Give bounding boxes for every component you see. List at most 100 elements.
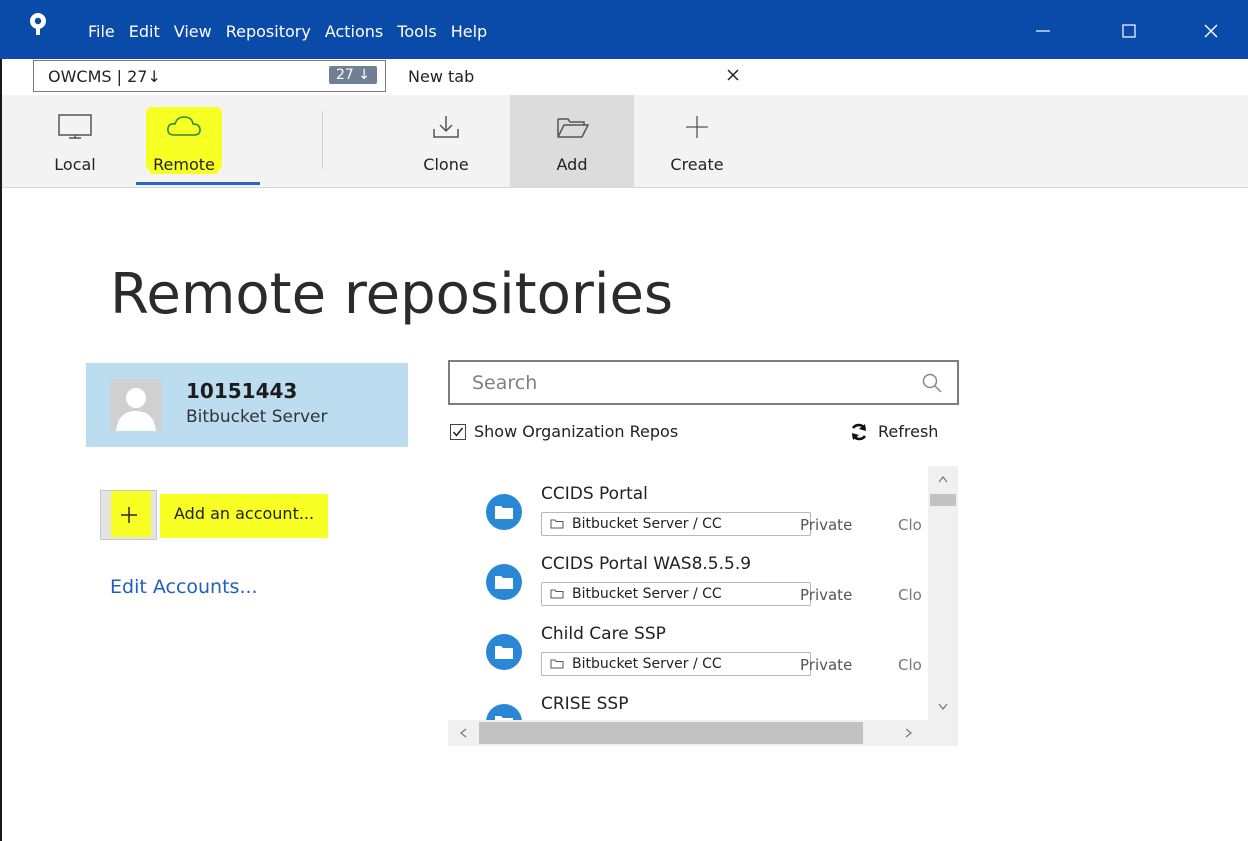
menu-edit[interactable]: Edit <box>129 22 160 42</box>
menu-repository[interactable]: Repository <box>226 22 311 42</box>
close-icon <box>1204 24 1218 38</box>
repo-visibility: Private <box>800 516 853 534</box>
tab-owcms-badge: 27 ↓ <box>329 66 377 84</box>
search-input[interactable] <box>450 362 910 403</box>
folder-open-icon <box>557 118 590 138</box>
add-label: Add <box>556 155 588 174</box>
maximize-icon <box>1122 24 1136 38</box>
menu-bar: File Edit View Repository Actions Tools … <box>88 22 501 42</box>
chevron-down-icon <box>938 703 948 710</box>
repo-source-tag: Bitbucket Server / CC <box>541 652 811 676</box>
list-item[interactable]: CCIDS Portal WAS8.5.5.9 Bitbucket Server… <box>448 544 928 614</box>
add-account-link[interactable]: Add an account... <box>160 494 329 538</box>
vertical-scroll-thumb[interactable] <box>930 494 956 506</box>
repo-name: Child Care SSP <box>541 624 666 644</box>
repo-source-tag: Bitbucket Server / CC <box>541 512 811 536</box>
user-avatar-icon <box>110 379 162 431</box>
refresh-label: Refresh <box>878 422 939 441</box>
show-org-repos-checkbox[interactable]: Show Organization Repos <box>450 422 678 441</box>
search-icon[interactable] <box>921 372 943 394</box>
repo-folder-icon <box>486 634 522 670</box>
close-icon <box>727 69 739 81</box>
remote-active-indicator <box>136 182 260 185</box>
local-button[interactable]: Local <box>44 95 106 187</box>
folder-icon <box>550 589 564 599</box>
refresh-button[interactable]: Refresh <box>850 422 938 441</box>
window-edge <box>0 59 2 841</box>
avatar <box>110 379 162 431</box>
toolbar: Local Remote Clone Add Create <box>0 95 1248 188</box>
plus-icon <box>120 507 137 523</box>
horizontal-scroll-thumb[interactable] <box>479 722 863 744</box>
create-button[interactable]: Create <box>664 95 730 187</box>
folder-icon <box>550 519 564 529</box>
account-id: 10151443 <box>186 379 298 403</box>
repo-visibility: Private <box>800 586 853 604</box>
search-box[interactable] <box>448 360 959 405</box>
repo-folder-icon <box>486 564 522 600</box>
account-type: Bitbucket Server <box>186 407 328 427</box>
list-item[interactable]: CCIDS Portal Bitbucket Server / CC Priva… <box>448 474 928 544</box>
tab-owcms[interactable]: OWCMS | 27↓ 27 ↓ <box>33 60 386 92</box>
new-tab-plus-icon[interactable] <box>755 62 779 90</box>
scroll-up-button[interactable] <box>928 470 958 488</box>
download-icon <box>433 116 459 138</box>
chevron-right-icon <box>905 728 912 738</box>
repo-source: Bitbucket Server / CC <box>572 586 722 602</box>
scroll-down-button[interactable] <box>928 698 958 716</box>
title-bar: File Edit View Repository Actions Tools … <box>0 0 1248 92</box>
repo-source: Bitbucket Server / CC <box>572 516 722 532</box>
show-org-repos-label: Show Organization Repos <box>474 422 679 441</box>
tab-dropdown-chevron-down-icon[interactable] <box>818 72 830 82</box>
local-label: Local <box>54 155 96 174</box>
tab-owcms-label: OWCMS | 27↓ <box>48 66 161 86</box>
horizontal-scrollbar[interactable] <box>448 720 958 746</box>
repo-clone-link[interactable]: Clo <box>898 516 928 534</box>
vertical-scrollbar[interactable] <box>928 466 958 720</box>
repo-source: Bitbucket Server / CC <box>572 656 722 672</box>
tab-new[interactable]: New tab <box>392 60 748 92</box>
remote-button[interactable]: Remote <box>140 95 260 187</box>
repo-source-tag: Bitbucket Server / CC <box>541 582 811 606</box>
add-button[interactable]: Add <box>510 95 634 187</box>
menu-view[interactable]: View <box>174 22 212 42</box>
monitor-icon <box>58 114 92 139</box>
repo-name: CCIDS Portal WAS8.5.5.9 <box>541 554 752 574</box>
cloud-icon <box>167 116 201 136</box>
refresh-icon <box>851 423 867 440</box>
tab-new-label: New tab <box>408 66 475 86</box>
menu-help[interactable]: Help <box>451 22 487 42</box>
checkbox-box[interactable] <box>450 423 466 440</box>
toolbar-separator <box>322 111 323 169</box>
sourcetree-logo-icon[interactable] <box>26 12 50 36</box>
menu-actions[interactable]: Actions <box>325 22 383 42</box>
repo-visibility: Private <box>800 656 853 674</box>
add-account-button[interactable] <box>100 490 157 540</box>
remote-label: Remote <box>150 155 218 174</box>
chevron-up-icon <box>938 476 948 483</box>
create-label: Create <box>670 155 724 174</box>
tab-close-button[interactable] <box>722 64 744 86</box>
repo-clone-link[interactable]: Clo <box>898 586 928 604</box>
account-card[interactable]: 10151443 Bitbucket Server <box>86 363 408 447</box>
repo-folder-icon <box>486 494 522 530</box>
repo-name: CRISE SSP <box>541 694 629 714</box>
list-item[interactable]: Child Care SSP Bitbucket Server / CC Pri… <box>448 614 928 684</box>
close-window-button[interactable] <box>1196 16 1226 46</box>
folder-icon <box>550 659 564 669</box>
repo-list: CCIDS Portal Bitbucket Server / CC Priva… <box>448 466 958 746</box>
chevron-left-icon <box>460 728 467 738</box>
minimize-button[interactable] <box>1028 16 1058 46</box>
scroll-left-button[interactable] <box>454 724 472 742</box>
edit-accounts-link[interactable]: Edit Accounts... <box>110 576 258 598</box>
menu-tools[interactable]: Tools <box>397 22 436 42</box>
clone-label: Clone <box>423 155 469 174</box>
clone-button[interactable]: Clone <box>414 95 478 187</box>
repo-clone-link[interactable]: Clo <box>898 656 928 674</box>
plus-icon <box>686 116 708 138</box>
scroll-right-button[interactable] <box>900 724 918 742</box>
checkmark-icon <box>452 427 464 437</box>
maximize-button[interactable] <box>1114 16 1144 46</box>
menu-file[interactable]: File <box>88 22 115 42</box>
repo-name: CCIDS Portal <box>541 484 648 504</box>
